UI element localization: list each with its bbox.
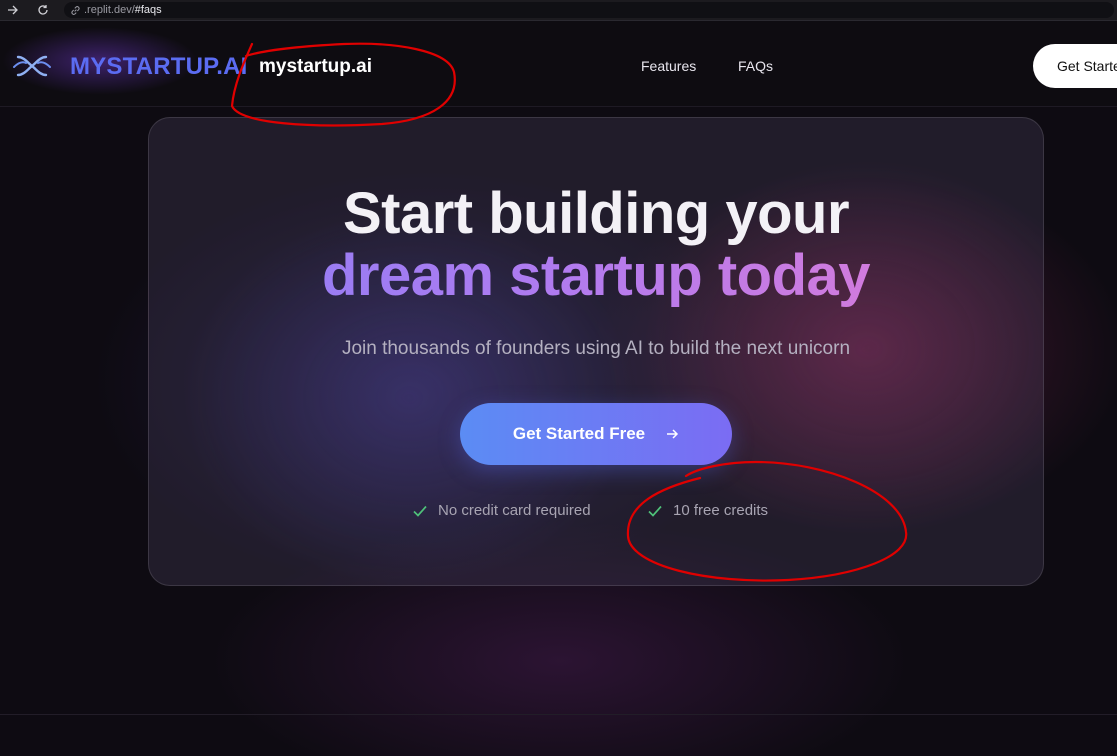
- get-started-button[interactable]: Get Started: [1033, 44, 1117, 88]
- landing-page: MYSTARTUP.AI mystartup.ai Features FAQs …: [0, 21, 1117, 756]
- url-host: .replit.dev/: [84, 4, 135, 16]
- hero-title-line2: dream startup today: [149, 242, 1043, 309]
- hero-subtitle: Join thousands of founders using AI to b…: [341, 338, 851, 359]
- logo-icon[interactable]: [12, 53, 52, 79]
- nav-features[interactable]: Features: [641, 58, 696, 74]
- link-icon: [70, 5, 81, 16]
- arrow-right-icon: [665, 427, 679, 441]
- site-header: MYSTARTUP.AI mystartup.ai Features FAQs …: [0, 21, 1117, 111]
- perk-label: No credit card required: [438, 502, 591, 519]
- perk-free-credits: 10 free credits: [647, 502, 768, 519]
- check-icon: [647, 503, 663, 519]
- footer-divider: [0, 714, 1117, 715]
- hero-card: Start building your dream startup today …: [148, 117, 1044, 586]
- forward-arrow-icon[interactable]: [6, 3, 20, 17]
- hero-title-line1: Start building your: [342, 181, 850, 246]
- url-path: #faqs: [134, 4, 162, 16]
- nav-faqs[interactable]: FAQs: [738, 58, 773, 74]
- perk-label: 10 free credits: [673, 502, 769, 519]
- brand-name[interactable]: MYSTARTUP.AI: [70, 53, 248, 81]
- reload-icon[interactable]: [36, 3, 50, 17]
- perk-no-credit-card: No credit card required: [412, 502, 591, 519]
- check-icon: [412, 503, 428, 519]
- address-bar[interactable]: .replit.dev/#faqs: [64, 2, 1114, 18]
- browser-toolbar: .replit.dev/#faqs: [0, 0, 1117, 21]
- brand-domain-handwritten: mystartup.ai: [259, 56, 372, 77]
- get-started-free-button[interactable]: Get Started Free: [460, 403, 732, 465]
- cta-label: Get Started Free: [512, 424, 646, 443]
